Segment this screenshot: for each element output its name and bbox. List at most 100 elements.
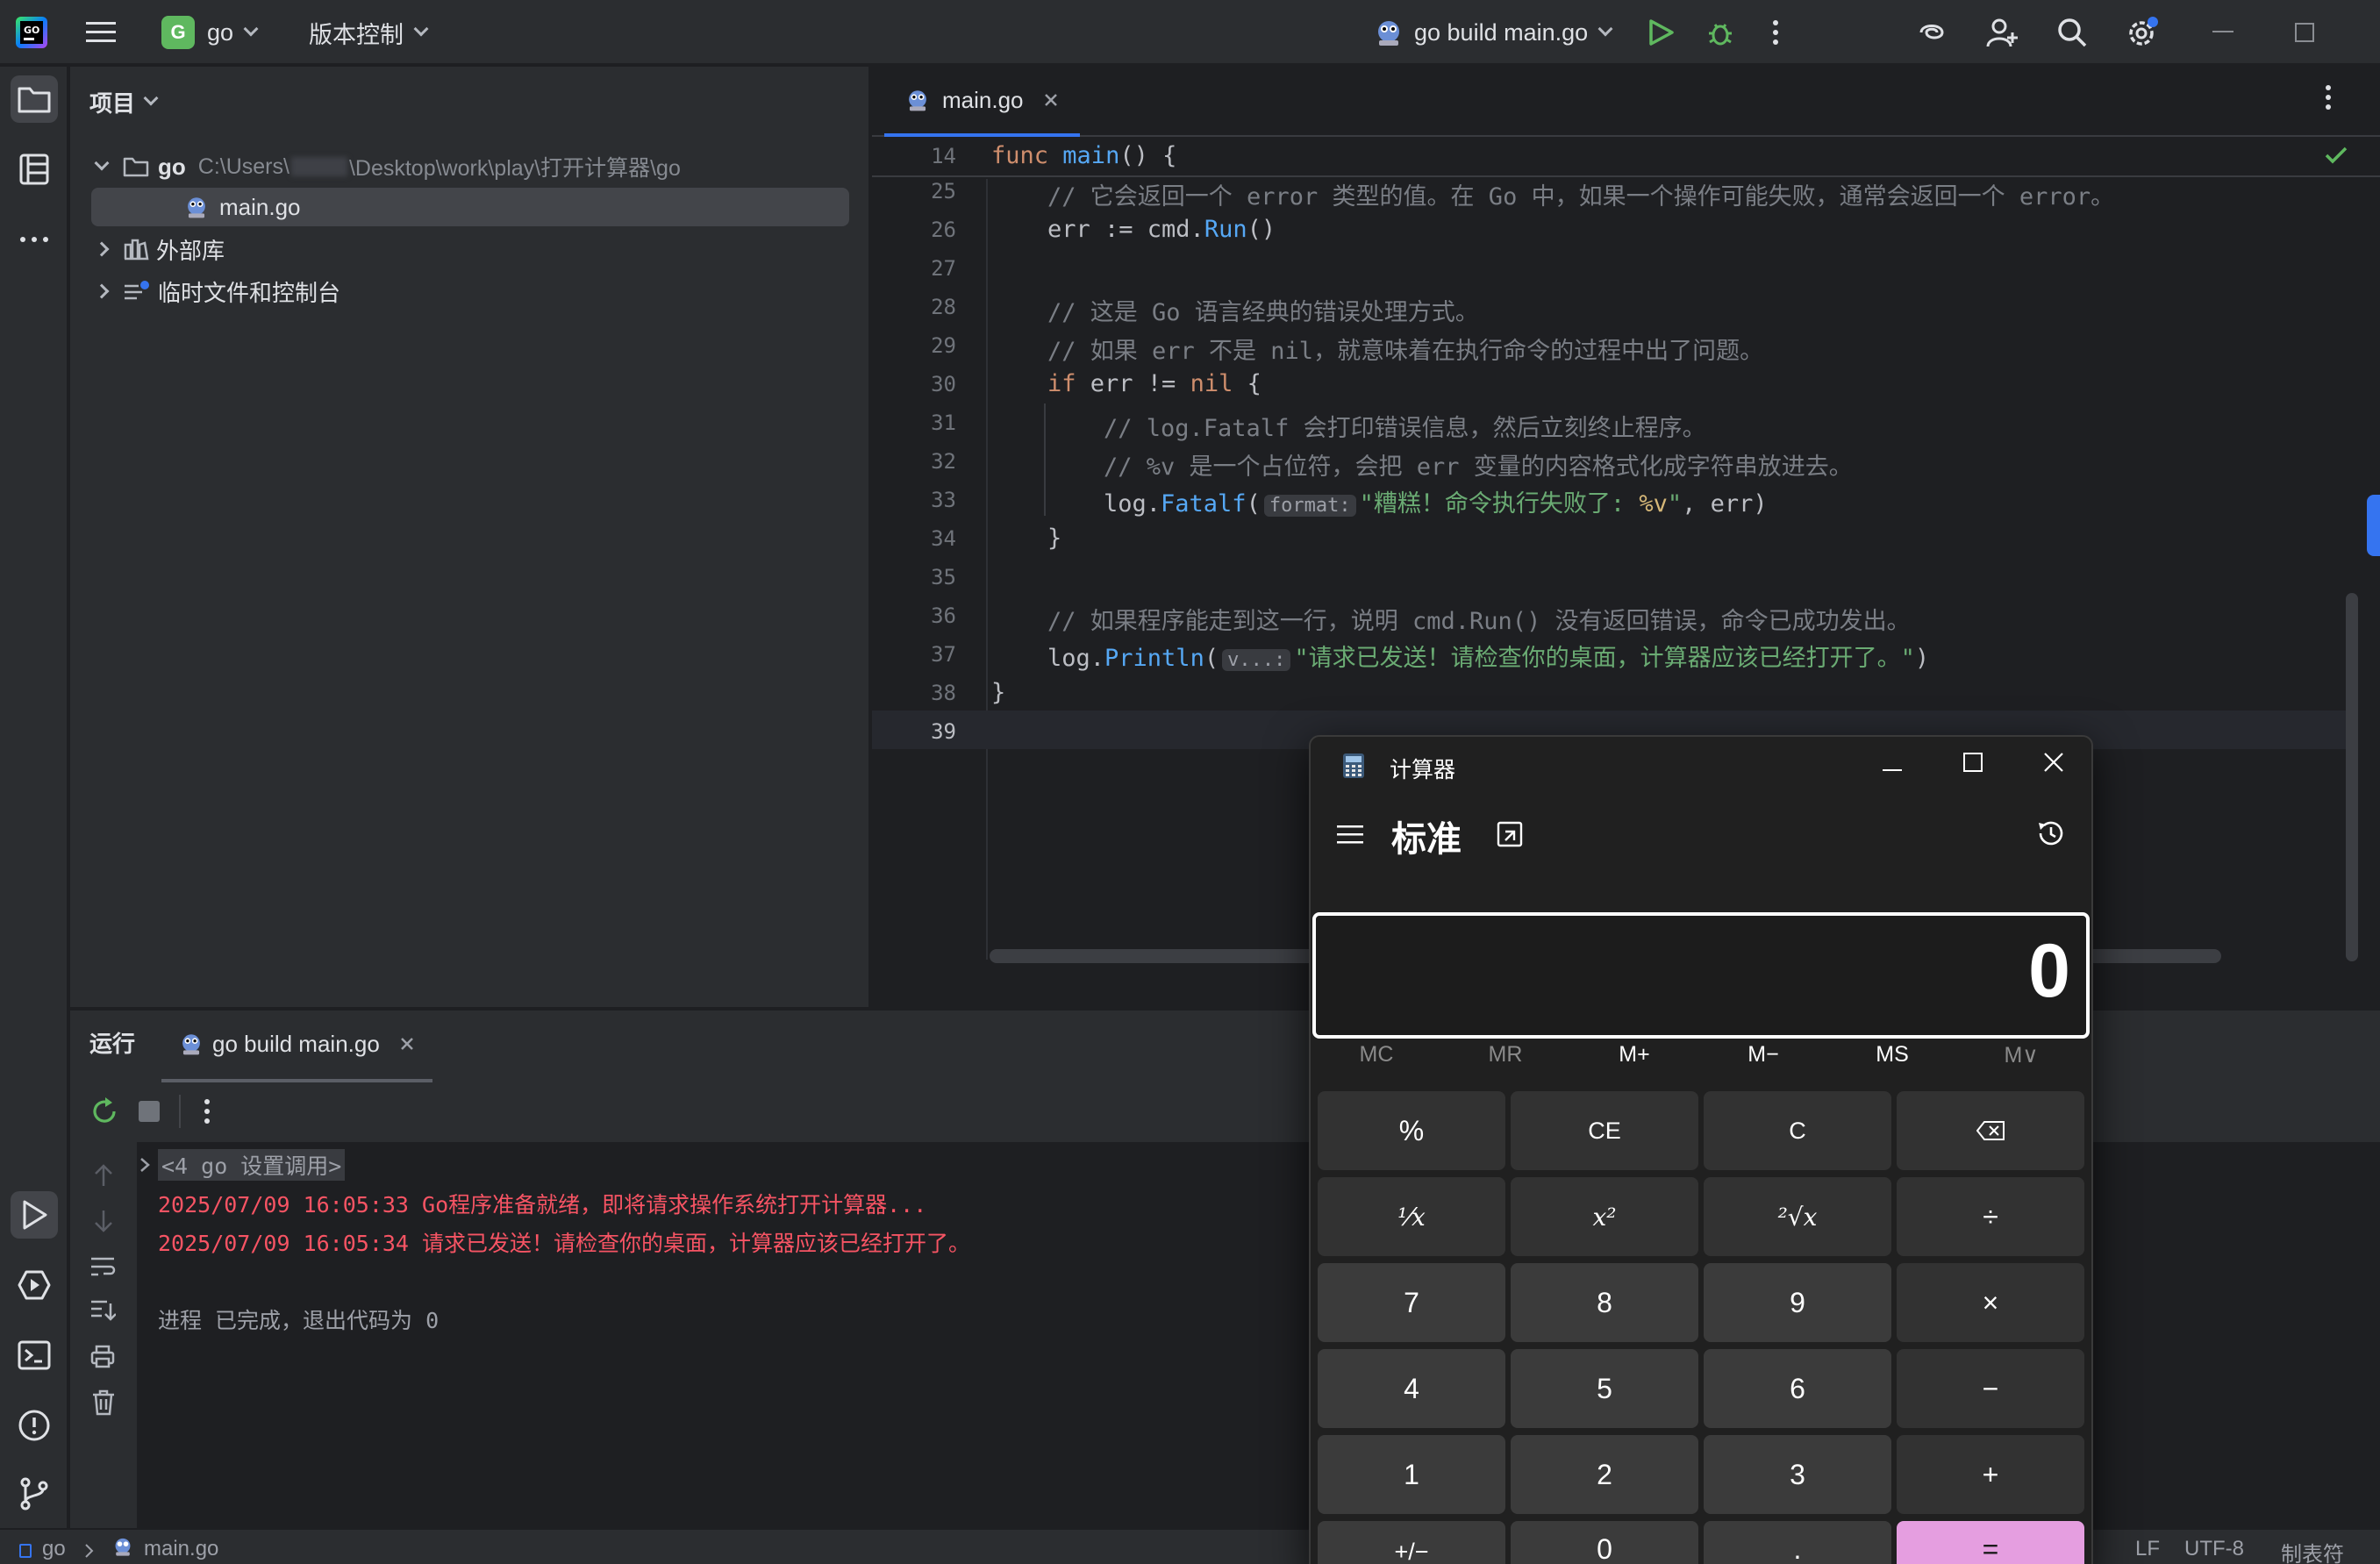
print-icon[interactable] xyxy=(89,1344,116,1373)
digit-1-button[interactable]: 1 xyxy=(1318,1435,1505,1514)
scroll-down-icon[interactable] xyxy=(91,1209,116,1238)
multiply-button[interactable]: × xyxy=(1897,1263,2084,1342)
no-problems-check-icon[interactable] xyxy=(2325,146,2348,169)
terminal-tool-button[interactable] xyxy=(11,1332,58,1379)
scroll-up-icon[interactable] xyxy=(91,1163,116,1192)
breadcrumb-file[interactable]: main.go xyxy=(144,1537,218,1561)
debug-button[interactable] xyxy=(1705,0,1735,65)
main-menu-icon[interactable] xyxy=(86,0,116,65)
breadcrumb-project[interactable]: go xyxy=(42,1537,66,1561)
more-actions-icon[interactable] xyxy=(1772,0,1779,65)
editor-more-icon[interactable] xyxy=(2325,84,2332,115)
stop-icon[interactable] xyxy=(139,1101,160,1122)
code-line-29: // 如果 err 不是 nil，就意味着在执行命令的过程中出了问题。 xyxy=(1047,338,1764,365)
digit-8-button[interactable]: 8 xyxy=(1511,1263,1698,1342)
ai-assistant-icon[interactable] xyxy=(1916,0,1948,65)
digit-0-button[interactable]: 0 xyxy=(1511,1521,1698,1564)
digit-2-button[interactable]: 2 xyxy=(1511,1435,1698,1514)
rerun-icon[interactable] xyxy=(89,1096,119,1131)
percent-button[interactable]: % xyxy=(1318,1091,1505,1170)
git-tool-button[interactable] xyxy=(11,1470,58,1518)
code-line-sticky: func main() { xyxy=(991,142,1177,169)
run-config-selector[interactable]: go build main.go xyxy=(1374,0,1613,65)
structure-tool-button[interactable] xyxy=(11,146,58,193)
problems-tool-button[interactable] xyxy=(11,1402,58,1449)
search-icon[interactable] xyxy=(2056,0,2088,65)
mem-clear-button[interactable]: MC xyxy=(1319,1042,1433,1068)
digit-5-button[interactable]: 5 xyxy=(1511,1349,1698,1428)
negate-button[interactable]: +/− xyxy=(1318,1521,1505,1564)
digit-6-button[interactable]: 6 xyxy=(1704,1349,1891,1428)
side-panel-tab[interactable] xyxy=(2367,495,2380,556)
vcs-menu[interactable]: 版本控制 xyxy=(309,0,429,65)
add-button[interactable]: + xyxy=(1897,1435,2084,1514)
calculator-display: 0 xyxy=(1312,912,2090,1039)
equals-button[interactable]: = xyxy=(1897,1521,2084,1564)
nav-menu-icon[interactable] xyxy=(1337,825,1363,848)
mem-recall-button[interactable]: MR xyxy=(1448,1042,1562,1068)
square-button[interactable]: x² xyxy=(1511,1177,1698,1256)
maximize-icon[interactable] xyxy=(1963,753,1983,776)
decimal-button[interactable]: . xyxy=(1704,1521,1891,1564)
scroll-to-end-icon[interactable] xyxy=(89,1298,117,1327)
reciprocal-button[interactable]: ¹⁄x xyxy=(1318,1177,1505,1256)
minimize-window-icon[interactable] xyxy=(2212,0,2233,65)
digit-9-button[interactable]: 9 xyxy=(1704,1263,1891,1342)
trash-icon[interactable] xyxy=(91,1389,116,1420)
run-more-icon[interactable] xyxy=(204,1098,211,1129)
vcs-label: 版本控制 xyxy=(309,21,404,48)
line-number: 25 xyxy=(931,179,956,204)
close-icon[interactable] xyxy=(2044,753,2063,776)
line-number: 27 xyxy=(931,256,956,281)
indent-label[interactable]: 制表符 xyxy=(2281,1537,2344,1564)
mem-store-button[interactable]: MS xyxy=(1835,1042,1949,1068)
digit-3-button[interactable]: 3 xyxy=(1704,1435,1891,1514)
backspace-button[interactable] xyxy=(1897,1091,2084,1170)
mem-subtract-button[interactable]: M− xyxy=(1706,1042,1820,1068)
tree-external-libs[interactable]: 外部库 xyxy=(94,230,225,268)
more-tools-button[interactable] xyxy=(11,216,58,263)
clear-button[interactable]: C xyxy=(1704,1091,1891,1170)
settings-gear-icon[interactable] xyxy=(2125,0,2160,65)
keep-on-top-icon[interactable] xyxy=(1497,821,1523,852)
goland-logo-icon[interactable]: GO xyxy=(16,0,47,65)
square-root-button[interactable]: ²√x xyxy=(1704,1177,1891,1256)
run-button[interactable] xyxy=(1647,0,1674,65)
line-separator-label[interactable]: LF xyxy=(2135,1537,2160,1561)
run-tool-button[interactable] xyxy=(11,1191,58,1239)
divide-button[interactable]: ÷ xyxy=(1897,1177,2084,1256)
mem-add-button[interactable]: M+ xyxy=(1577,1042,1691,1068)
param-hint: format: xyxy=(1263,495,1356,517)
library-icon xyxy=(124,239,149,261)
services-tool-button[interactable] xyxy=(11,1261,58,1309)
vertical-scrollbar[interactable] xyxy=(2346,593,2358,961)
clear-entry-button[interactable]: CE xyxy=(1511,1091,1698,1170)
history-icon[interactable] xyxy=(2035,818,2067,853)
add-user-icon[interactable] xyxy=(1986,0,2019,65)
mem-list-button[interactable]: M∨ xyxy=(1964,1042,2078,1068)
tree-file-main-go[interactable]: main.go xyxy=(91,188,849,226)
soft-wrap-icon[interactable] xyxy=(89,1254,116,1283)
expand-arrow-icon[interactable] xyxy=(139,1156,151,1178)
run-tab[interactable]: go build main.go xyxy=(161,1009,432,1082)
tree-scratches[interactable]: 临时文件和控制台 xyxy=(94,272,340,311)
project-tool-button[interactable] xyxy=(11,75,58,123)
close-tab-icon[interactable] xyxy=(399,1036,415,1052)
line-number: 39 xyxy=(931,719,956,744)
root-folder-path: C:\Users\ xyxy=(197,154,289,179)
project-panel-header[interactable]: 项目 xyxy=(89,82,159,121)
tree-root-go[interactable]: go C:\Users\ \Desktop\work\play\打开计算器\go xyxy=(94,147,681,186)
calculator-mode: 标准 xyxy=(1391,820,1462,859)
maximize-window-icon[interactable] xyxy=(2295,0,2314,65)
subtract-button[interactable]: − xyxy=(1897,1349,2084,1428)
digit-7-button[interactable]: 7 xyxy=(1318,1263,1505,1342)
digit-4-button[interactable]: 4 xyxy=(1318,1349,1505,1428)
encoding-label[interactable]: UTF-8 xyxy=(2184,1537,2244,1561)
close-tab-icon[interactable] xyxy=(1043,92,1059,108)
minimize-icon[interactable] xyxy=(1883,761,1902,777)
project-switcher[interactable]: G go xyxy=(161,0,259,65)
editor-tab-main-go[interactable]: main.go xyxy=(884,67,1080,137)
problems-icon xyxy=(18,1410,50,1441)
calculator-window[interactable]: 计算器 标准 0 MC MR M+ M− MS M∨ % CE C ¹⁄x x²… xyxy=(1309,735,2093,1564)
line-number: 31 xyxy=(931,411,956,435)
